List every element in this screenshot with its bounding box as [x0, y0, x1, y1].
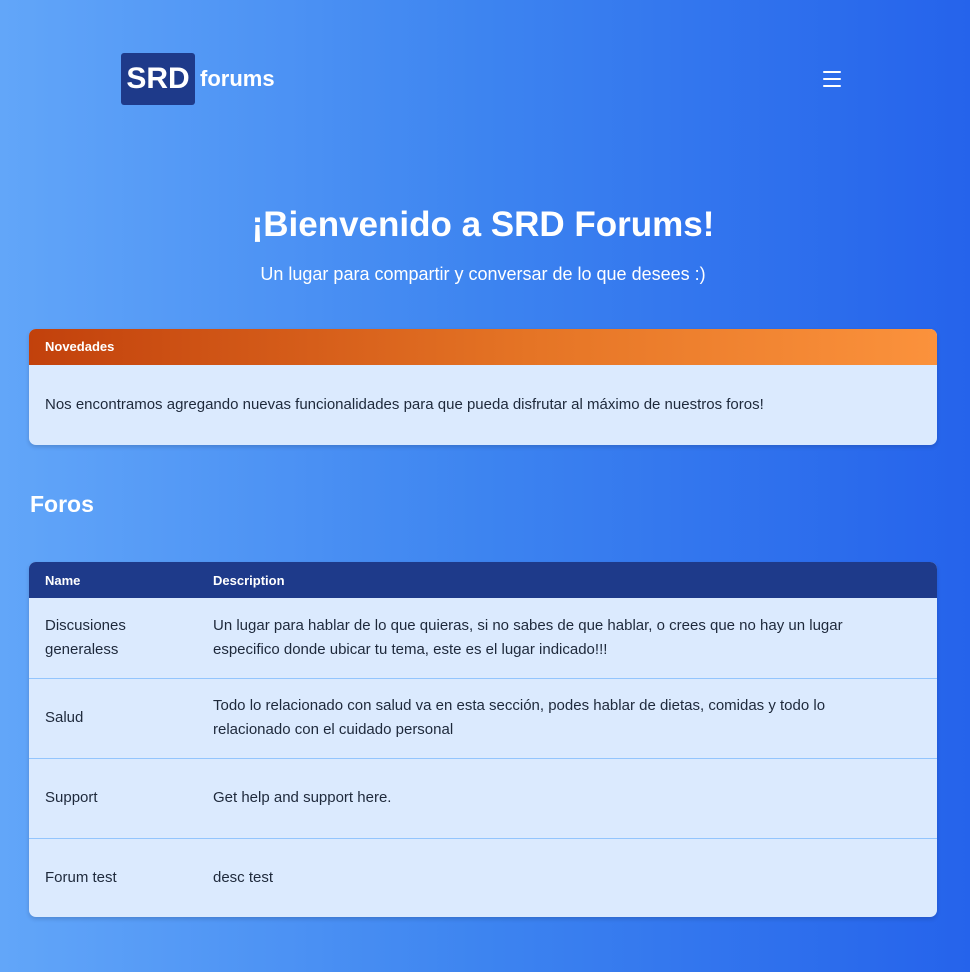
- news-card-body: Nos encontramos agregando nuevas funcion…: [45, 396, 764, 413]
- logo-text: forums: [200, 66, 275, 91]
- hero-section: ¡Bienvenido a SRD Forums! Un lugar para …: [0, 200, 966, 288]
- table-row[interactable]: Forum test desc test: [29, 838, 937, 917]
- navbar: SRD forums: [121, 53, 843, 105]
- forum-description-cell: desc test: [213, 869, 274, 887]
- table-row[interactable]: Salud Todo lo relacionado con salud va e…: [29, 678, 937, 758]
- table-row[interactable]: Support Get help and support here.: [29, 758, 937, 838]
- table-row[interactable]: Discusiones generaless Un lugar para hab…: [29, 598, 937, 678]
- forum-name-cell[interactable]: Support: [29, 758, 197, 838]
- forums-table-body: Discusiones generaless Un lugar para hab…: [29, 598, 937, 917]
- news-card: Novedades Nos encontramos agregando nuev…: [29, 329, 937, 445]
- table-header-row: Name Description: [29, 562, 937, 598]
- forum-name-cell[interactable]: Salud: [29, 678, 197, 758]
- forum-description-cell: Un lugar para hablar de lo que quieras, …: [213, 616, 843, 658]
- forum-description-cell: Todo lo relacionado con salud va en esta…: [213, 697, 826, 738]
- menu-icon-bar: [823, 78, 841, 80]
- menu-icon-bar: [823, 85, 841, 87]
- hamburger-menu-icon[interactable]: [823, 69, 843, 89]
- forums-section-title: Foros: [30, 491, 94, 517]
- hero-subtitle: Un lugar para compartir y conversar de l…: [260, 264, 706, 284]
- hero-title: ¡Bienvenido a SRD Forums!: [251, 205, 715, 244]
- forums-table: Name Description Discusiones generaless …: [29, 562, 937, 917]
- forum-name-cell[interactable]: Discusiones generaless: [29, 598, 197, 678]
- column-header-name: Name: [45, 572, 81, 588]
- menu-icon-bar: [823, 71, 841, 73]
- news-card-header: Novedades: [29, 329, 937, 365]
- site-logo[interactable]: SRD forums: [121, 53, 275, 105]
- column-header-description: Description: [213, 572, 285, 588]
- forums-table-card: Name Description Discusiones generaless …: [29, 562, 937, 917]
- forum-name-cell[interactable]: Forum test: [29, 838, 197, 917]
- logo-box: SRD: [121, 53, 195, 105]
- forums-table-head: Name Description: [29, 562, 937, 598]
- forum-description-cell: Get help and support here.: [213, 789, 392, 806]
